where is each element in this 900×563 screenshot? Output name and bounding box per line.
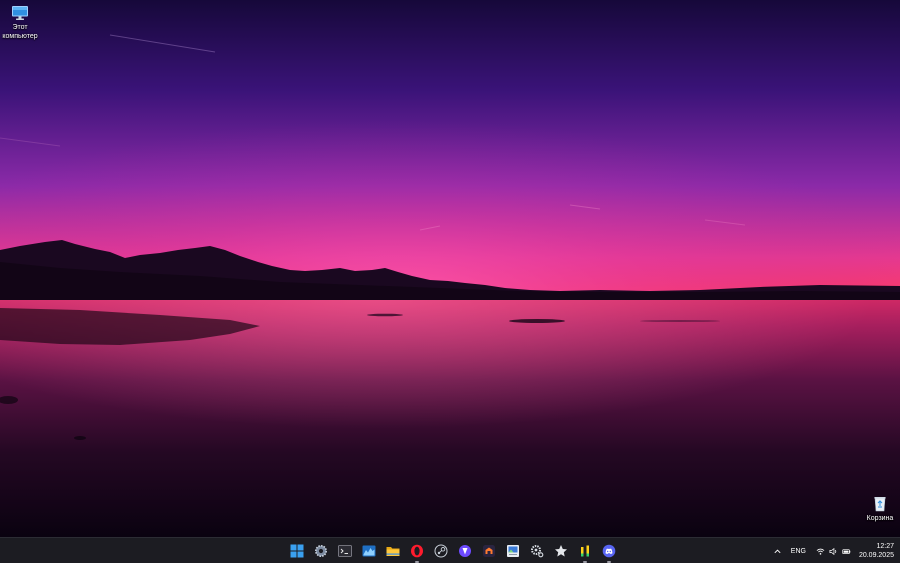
terminal-icon — [338, 545, 352, 557]
battery-icon — [842, 547, 851, 556]
taskbar-button-settings[interactable] — [309, 539, 333, 563]
cog-icon — [531, 545, 544, 558]
clock-time: 12:27 — [876, 543, 894, 550]
launcher-icon — [483, 545, 495, 557]
taskbar-button-photos[interactable] — [501, 539, 525, 563]
desktop-icon-this-pc[interactable]: Этот компьютер — [0, 4, 42, 41]
taskbar-button-opera[interactable] — [405, 539, 429, 563]
steam-icon — [434, 544, 448, 558]
taskbar-button-discord[interactable] — [597, 539, 621, 563]
taskbar: ENG 12:27 20.09.2025 — [0, 537, 900, 563]
taskbar-button-start[interactable] — [285, 539, 309, 563]
taskbar-button-launcher[interactable] — [477, 539, 501, 563]
monitor-icon — [12, 6, 28, 20]
taskbar-button-terminal[interactable] — [333, 539, 357, 563]
taskbar-button-file-explorer[interactable] — [381, 539, 405, 563]
folder-icon — [386, 547, 400, 556]
vpn-icon — [459, 545, 471, 557]
discord-icon — [602, 544, 616, 558]
task-manager-icon — [362, 545, 376, 557]
photo-viewer-icon — [507, 545, 519, 557]
opera-icon — [411, 544, 423, 558]
wifi-icon — [816, 547, 825, 556]
system-tray: ENG 12:27 20.09.2025 — [771, 538, 894, 563]
wallpaper — [0, 0, 900, 537]
taskbar-button-vpn[interactable] — [453, 539, 477, 563]
volume-icon — [829, 547, 838, 556]
chevron-up-icon — [774, 549, 781, 553]
desktop[interactable]: Этот компьютер Корзина ENG 12:27 20.09.2… — [0, 0, 900, 563]
taskbar-button-steam[interactable] — [429, 539, 453, 563]
clock-date: 20.09.2025 — [858, 552, 894, 559]
desktop-icon-recycle-bin[interactable]: Корзина — [858, 495, 900, 523]
settings-gear-icon — [315, 545, 327, 557]
taskbar-button-audio[interactable] — [573, 539, 597, 563]
quick-settings-button[interactable] — [816, 547, 851, 556]
windows-start-icon — [290, 544, 304, 558]
taskbar-button-cog[interactable] — [525, 539, 549, 563]
desktop-icon-label: Этот компьютер — [2, 24, 38, 40]
taskbar-apps — [285, 538, 621, 563]
taskbar-button-task-manager[interactable] — [357, 539, 381, 563]
audio-meter-icon — [581, 545, 589, 557]
star-icon — [555, 545, 567, 557]
recycle-bin-icon — [874, 497, 886, 512]
show-hidden-icons-button[interactable] — [771, 547, 785, 556]
desktop-icon-label: Корзина — [866, 515, 894, 522]
language-indicator[interactable]: ENG — [791, 548, 806, 555]
taskbar-button-favorites[interactable] — [549, 539, 573, 563]
clock[interactable]: 12:27 20.09.2025 — [859, 542, 894, 560]
